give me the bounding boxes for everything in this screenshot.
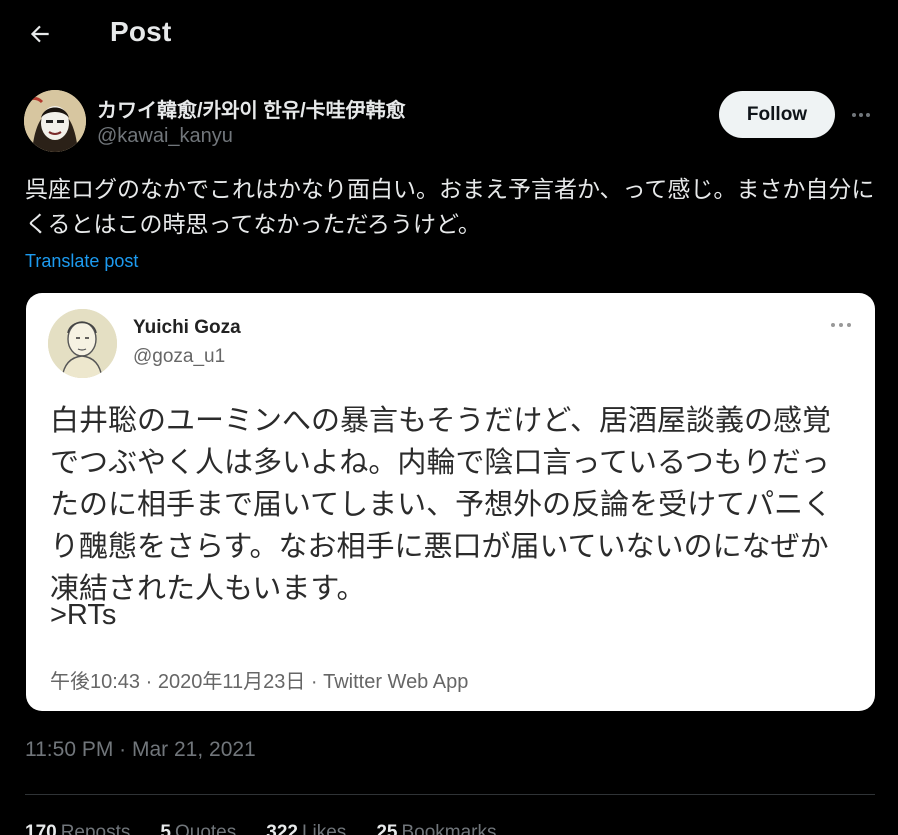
embedded-tweet-text: 白井聡のユーミンへの暴言もそうだけど、居酒屋談義の感覚でつぶやく人は多いよね。内… bbox=[50, 405, 833, 605]
likes-count: 322 bbox=[266, 822, 298, 835]
page-title: Post bbox=[110, 16, 172, 47]
likes-stat[interactable]: 322 Likes bbox=[266, 822, 346, 835]
avatar-illustration bbox=[24, 90, 86, 152]
bookmarks-label: Bookmarks bbox=[401, 822, 497, 835]
author-avatar[interactable] bbox=[24, 90, 86, 152]
embedded-author-handle: @goza_u1 bbox=[133, 346, 226, 367]
author-name[interactable]: カワイ韓愈/카와이 한유/卡哇伊韩愈 bbox=[97, 94, 406, 123]
likes-label: Likes bbox=[301, 822, 347, 835]
reposts-count: 170 bbox=[25, 822, 57, 835]
quotes-stat[interactable]: 5 Quotes bbox=[160, 822, 236, 835]
reposts-stat[interactable]: 170 Reposts bbox=[25, 822, 130, 835]
follow-button[interactable]: Follow bbox=[719, 91, 835, 138]
embedded-tweet-meta: 午後10:43 · 2020年11月23日 · Twitter Web App bbox=[50, 671, 469, 693]
embedded-tweet-rts: >RTs bbox=[50, 599, 117, 631]
embedded-author-name: Yuichi Goza bbox=[133, 317, 241, 338]
top-bar: Post bbox=[0, 0, 898, 68]
more-options-button[interactable] bbox=[846, 100, 876, 130]
translate-post-link[interactable]: Translate post bbox=[25, 251, 138, 272]
reposts-label: Reposts bbox=[60, 822, 131, 835]
author-handle[interactable]: @kawai_kanyu bbox=[97, 125, 233, 148]
embedded-avatar-illustration bbox=[48, 309, 117, 378]
post-text: 呉座ログのなかでこれはかなり面白い。おまえ予言者か、って感じ。まさか自分にくると… bbox=[25, 176, 875, 237]
post-timestamp[interactable]: 11:50 PM · Mar 21, 2021 bbox=[25, 738, 256, 762]
quotes-count: 5 bbox=[160, 822, 171, 835]
embedded-tweet-image[interactable]: Yuichi Goza @goza_u1 白井聡のユーミンへの暴言もそうだけど、… bbox=[26, 293, 875, 711]
embedded-author-avatar bbox=[48, 309, 117, 378]
quotes-label: Quotes bbox=[174, 822, 237, 835]
ellipsis-icon bbox=[852, 113, 870, 117]
engagement-stats: 170 Reposts 5 Quotes 322 Likes 25 Bookmarks bbox=[25, 822, 496, 835]
arrow-left-icon bbox=[30, 25, 49, 43]
bookmarks-stat[interactable]: 25 Bookmarks bbox=[376, 822, 496, 835]
divider bbox=[25, 794, 875, 795]
embedded-more-icon bbox=[826, 315, 856, 335]
post-author: カワイ韓愈/카와이 한유/卡哇伊韩愈 @kawai_kanyu Follow bbox=[24, 90, 874, 154]
bookmarks-count: 25 bbox=[376, 822, 398, 835]
back-button[interactable] bbox=[22, 16, 58, 52]
